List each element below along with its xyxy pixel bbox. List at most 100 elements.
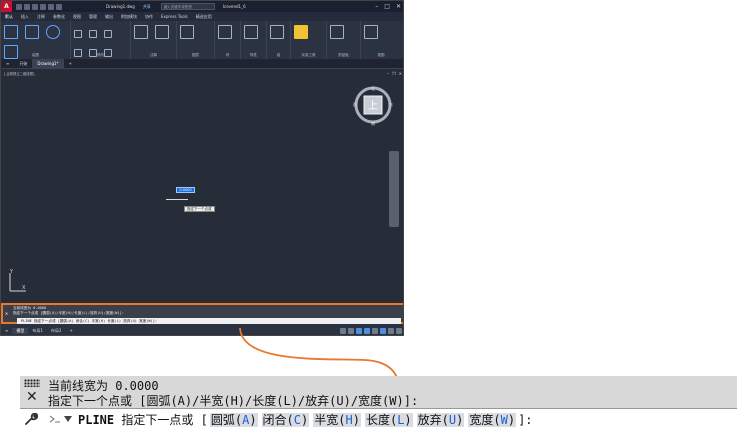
grid-toggle-icon[interactable] — [340, 327, 346, 334]
close-icon[interactable]: ✕ — [396, 3, 401, 10]
quick-access-toolbar — [16, 3, 62, 10]
minimize-icon[interactable]: – — [375, 3, 378, 10]
compass-west[interactable]: 西 — [353, 102, 357, 107]
ucs-icon: Y X — [9, 269, 26, 292]
autocad-logo-icon[interactable]: A — [1, 1, 12, 12]
option-label: 半宽( — [314, 412, 346, 427]
open-icon[interactable] — [24, 3, 30, 10]
compass-east[interactable]: 东 — [389, 101, 393, 107]
tab-drawing1[interactable]: Drawing1* — [32, 58, 64, 69]
osnap-toggle-icon[interactable] — [372, 327, 378, 334]
tab-output[interactable]: 输出 — [101, 14, 117, 20]
group-icon[interactable] — [270, 25, 284, 39]
ribbon-group-annotation: 注释 — [131, 21, 177, 59]
tab-express-tools[interactable]: Express Tools — [157, 14, 192, 19]
viewport-controls: – ❐ ✕ — [387, 71, 402, 76]
option-length[interactable]: 长度(L) — [364, 412, 413, 427]
chevron-down-icon[interactable] — [64, 416, 72, 422]
option-close: ) — [301, 412, 309, 427]
search-input[interactable]: 键入关键字或短语 — [160, 3, 215, 10]
tab-featured-apps[interactable]: 精选应用 — [192, 14, 216, 20]
ortho-toggle-icon[interactable] — [356, 327, 362, 334]
base-view-icon[interactable] — [364, 25, 378, 39]
match-properties-icon[interactable] — [244, 25, 258, 39]
redo-icon[interactable] — [56, 3, 62, 10]
tab-insert[interactable]: 插入 — [17, 14, 33, 20]
menu-hamburger-icon[interactable]: ≡ — [1, 59, 14, 69]
option-arc[interactable]: 圆弧(A) — [209, 412, 258, 427]
ribbon-group-label: 绘图 — [32, 53, 39, 57]
circle-tool-icon[interactable] — [46, 25, 61, 39]
viewcube[interactable]: 上 北 南 东 西 — [353, 85, 393, 129]
navigation-bar[interactable] — [389, 151, 399, 227]
ribbon-group-label: 注释 — [150, 53, 157, 57]
rotate-icon[interactable] — [89, 30, 98, 38]
move-icon[interactable] — [74, 30, 82, 38]
ribbon-group-groups: 组 — [267, 21, 291, 59]
drag-grip-icon[interactable] — [24, 379, 40, 387]
viewport-label[interactable]: [-][俯视][二维线框] — [4, 72, 34, 77]
maximize-icon[interactable]: □ — [384, 3, 390, 10]
new-icon[interactable] — [16, 3, 22, 10]
viewport-minimize-icon[interactable]: – — [387, 71, 389, 76]
tab-layout2[interactable]: 布局2 — [47, 328, 66, 334]
ribbon-group-properties: 特性 — [241, 21, 267, 59]
ribbon-group-label: 特性 — [250, 53, 257, 57]
tab-manage[interactable]: 管理 — [85, 14, 101, 20]
print-icon[interactable] — [40, 3, 46, 10]
tab-collaborate[interactable]: 协作 — [141, 14, 157, 20]
trim-icon[interactable] — [104, 30, 113, 38]
command-input[interactable]: PLINE 指定下一点或 [圆弧(A) 闭合(C) 半宽(H) 长度(L) 放弃(U) 宽… — [20, 408, 737, 429]
document-tabs: ≡ 开始 Drawing1* + — [1, 58, 403, 69]
text-icon[interactable] — [134, 25, 148, 39]
status-menu-icon[interactable]: ≡ — [1, 328, 12, 333]
tab-default[interactable]: 默认 — [1, 14, 17, 20]
option-halfwidth[interactable]: 半宽(H) — [313, 412, 361, 427]
status-toggles — [340, 327, 403, 334]
viewport-restore-icon[interactable]: ❐ — [392, 71, 396, 76]
option-width[interactable]: 宽度(W) — [468, 412, 517, 427]
ribbon-group-label: 剪贴板 — [338, 53, 349, 57]
tab-layout1[interactable]: 布局1 — [28, 328, 47, 334]
viewport-close-icon[interactable]: ✕ — [399, 71, 402, 76]
polyline-tool-icon[interactable] — [25, 25, 40, 39]
drawing-viewport[interactable]: [-][俯视][二维线框] – ❐ ✕ 上 北 南 东 西 0.0000 指定下… — [1, 69, 403, 303]
command-close-icon[interactable]: ✕ — [5, 311, 8, 317]
user-account[interactable]: Icevend1_6 — [223, 4, 246, 9]
history-line-prompt: 指定下一个点或 [圆弧(A)/半宽(H)/长度(L)/放弃(U)/宽度(W)]: — [48, 394, 419, 408]
line-tool-icon[interactable] — [4, 25, 18, 39]
snap-toggle-icon[interactable] — [348, 327, 354, 334]
compass-south[interactable]: 南 — [371, 120, 375, 126]
share-button[interactable]: 共享 — [143, 4, 151, 10]
ribbon-group-clipboard: 剪贴板 — [327, 21, 361, 59]
compass-north[interactable]: 北 — [371, 85, 375, 91]
new-tab-button[interactable]: + — [64, 59, 77, 69]
workspace-gear-icon[interactable] — [388, 327, 394, 334]
tab-addins[interactable]: 附加模块 — [117, 14, 141, 20]
option-close: ) — [507, 412, 516, 427]
undo-icon[interactable] — [48, 3, 54, 10]
tab-model[interactable]: 模型 — [12, 327, 29, 334]
close-command-line-icon[interactable]: ✕ — [26, 389, 38, 405]
tab-parametric[interactable]: 参数化 — [49, 14, 69, 20]
polar-toggle-icon[interactable] — [364, 327, 370, 334]
paste-icon[interactable] — [330, 25, 344, 39]
option-undo[interactable]: 放弃(U) — [416, 412, 465, 427]
tab-view[interactable]: 视图 — [69, 14, 85, 20]
tab-annotate[interactable]: 注释 — [33, 14, 49, 20]
add-layout-button[interactable]: + — [65, 328, 76, 333]
dimension-icon[interactable] — [155, 25, 170, 39]
save-icon[interactable] — [32, 3, 38, 10]
dynamic-input-field[interactable]: 0.0000 — [176, 187, 195, 193]
insert-block-icon[interactable] — [218, 25, 232, 39]
command-prompt-icon — [49, 415, 60, 423]
annotation-scale-icon[interactable] — [380, 327, 386, 334]
measure-icon[interactable] — [294, 25, 308, 39]
option-close-polyline[interactable]: 闭合(C) — [261, 412, 310, 427]
customize-icon[interactable] — [396, 327, 402, 334]
customize-wrench-icon[interactable] — [20, 412, 42, 426]
layer-properties-icon[interactable] — [180, 25, 194, 39]
command-line-zoomed: ✕ 当前线宽为 0.0000 指定下一个点或 [圆弧(A)/半宽(H)/长度(L… — [20, 376, 737, 429]
tab-start[interactable]: 开始 — [14, 59, 32, 69]
recent-commands-dropdown[interactable] — [48, 414, 72, 424]
